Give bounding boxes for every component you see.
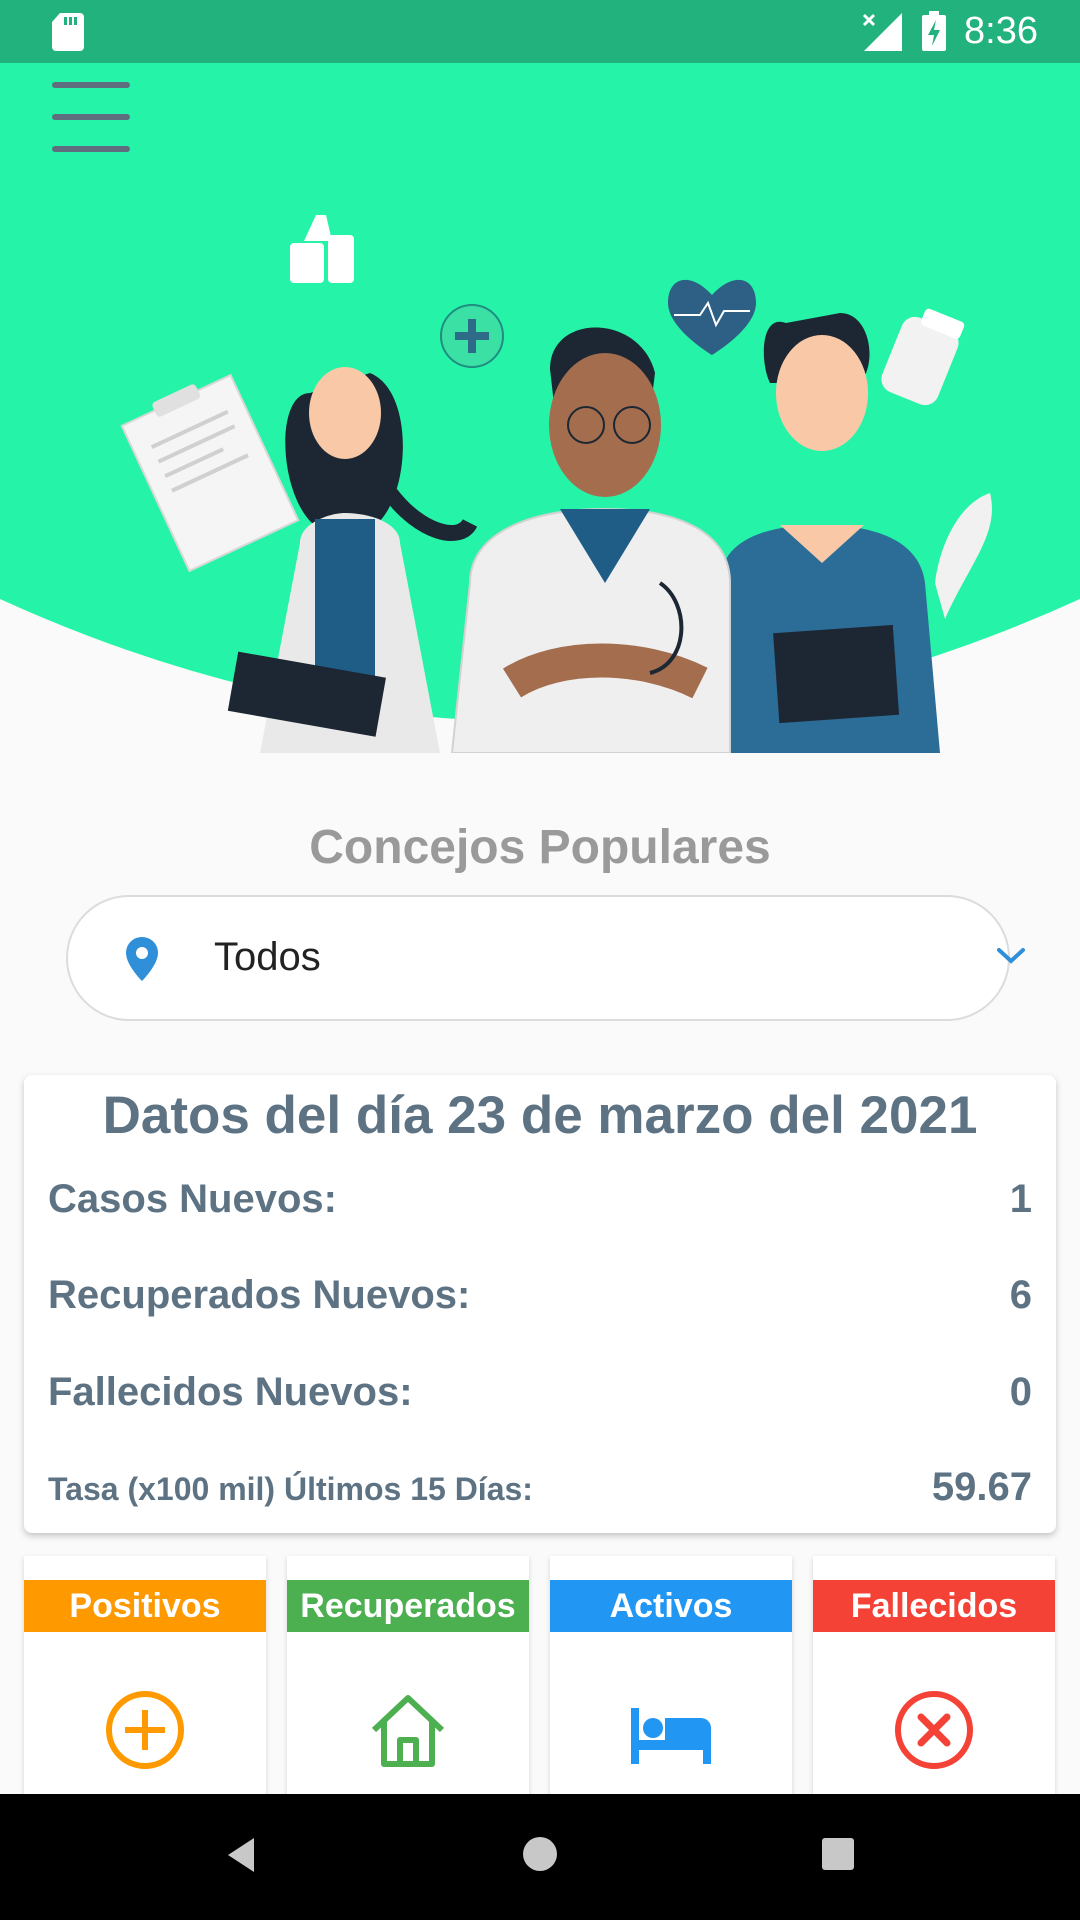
- menu-icon-line: [52, 146, 130, 152]
- daily-data-card: Datos del día 23 de marzo del 2021 Casos…: [24, 1075, 1056, 1533]
- rate-label: Tasa (x100 mil) Últimos 15 Días:: [48, 1471, 533, 1507]
- rate-value: 59.67: [931, 1465, 1032, 1509]
- menu-icon-line: [52, 114, 130, 120]
- signal-off-icon: [862, 13, 902, 51]
- back-icon[interactable]: [226, 1836, 256, 1874]
- home-icon: [371, 1695, 445, 1767]
- recents-icon[interactable]: [822, 1838, 854, 1870]
- menu-button[interactable]: [50, 80, 132, 156]
- new-cases-value: 1: [1009, 1177, 1032, 1221]
- new-deaths-label: Fallecidos Nuevos:: [48, 1370, 413, 1414]
- new-recovered-label: Recuperados Nuevos:: [48, 1273, 471, 1317]
- tile-fallecidos-label: Fallecidos: [813, 1580, 1055, 1632]
- clock: 8:36: [964, 10, 1038, 52]
- plus-icon: [440, 304, 504, 368]
- daily-data-title: Datos del día 23 de marzo del 2021: [102, 1086, 978, 1145]
- plus-circle-icon: [106, 1691, 184, 1769]
- new-cases-label: Casos Nuevos:: [48, 1177, 337, 1221]
- location-pin-icon: [126, 937, 158, 981]
- tile-positivos-label: Positivos: [24, 1580, 266, 1632]
- location-select-value: Todos: [214, 935, 321, 979]
- close-circle-icon: [895, 1691, 973, 1769]
- tile-recuperados[interactable]: Recuperados: [287, 1556, 529, 1796]
- tile-activos[interactable]: Activos: [550, 1556, 792, 1796]
- sd-card-icon: [52, 13, 84, 51]
- navigation-bar: [0, 1794, 1080, 1920]
- chevron-down-icon: [997, 948, 1025, 964]
- section-title: Concejos Populares: [309, 821, 771, 874]
- new-recovered-value: 6: [1009, 1273, 1032, 1317]
- tile-activos-label: Activos: [550, 1580, 792, 1632]
- home-nav-icon[interactable]: [522, 1836, 558, 1872]
- location-select[interactable]: Todos: [66, 895, 1025, 1021]
- new-deaths-value: 0: [1009, 1370, 1032, 1414]
- menu-icon-line: [52, 82, 130, 88]
- tile-recuperados-label: Recuperados: [287, 1580, 529, 1632]
- battery-charging-icon: [922, 11, 946, 51]
- tile-fallecidos[interactable]: Fallecidos: [813, 1556, 1055, 1796]
- hero-banner: [0, 63, 1080, 753]
- status-bar: 8:36: [0, 0, 1080, 63]
- tile-positivos[interactable]: Positivos: [24, 1556, 266, 1796]
- bed-icon: [631, 1708, 711, 1764]
